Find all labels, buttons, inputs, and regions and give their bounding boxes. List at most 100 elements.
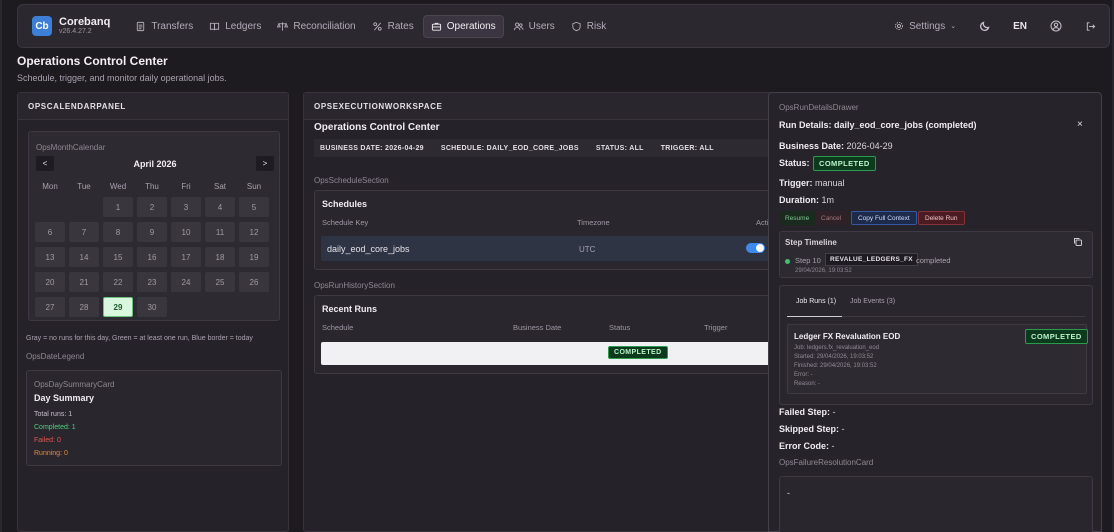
calendar-day[interactable]: 4 — [205, 197, 235, 217]
calendar-day[interactable]: 27 — [35, 297, 65, 317]
calendar-day[interactable]: 20 — [35, 272, 65, 292]
calendar-day[interactable]: 3 — [171, 197, 201, 217]
calendar-day[interactable]: 13 — [35, 247, 65, 267]
summary-title: Day Summary — [34, 393, 95, 403]
filter-trigger[interactable]: TRIGGER: ALL — [661, 145, 714, 152]
calendar-day[interactable]: 30 — [137, 297, 167, 317]
schedule-active-toggle[interactable] — [746, 243, 765, 253]
calendar-day[interactable]: 7 — [69, 222, 99, 242]
weekday: Fri — [181, 182, 191, 191]
calendar-day[interactable]: 2 — [137, 197, 167, 217]
run-history-section-label: OpsRunHistorySection — [314, 281, 395, 290]
shield-icon — [572, 21, 581, 31]
calendar-day[interactable]: 15 — [103, 247, 133, 267]
filter-status[interactable]: STATUS: ALL — [596, 145, 644, 152]
brand: Corebanq v26.4.27.2 — [59, 16, 110, 36]
logout-icon[interactable] — [1084, 20, 1097, 33]
run-details-drawer: OpsRunDetailsDrawer Run Details: daily_e… — [768, 92, 1102, 532]
book-icon — [210, 22, 220, 30]
calendar-day[interactable]: 8 — [103, 222, 133, 242]
execution-workspace: OPSEXECUTIONWORKSPACE Operations Control… — [303, 92, 801, 532]
run-status-badge: COMPLETED — [608, 346, 668, 359]
calendar-day[interactable]: 9 — [137, 222, 167, 242]
close-icon[interactable]: × — [1077, 119, 1083, 130]
weekday: Tue — [77, 182, 91, 191]
day-summary-card: OpsDaySummaryCard Day Summary Total runs… — [26, 370, 282, 466]
filter-business-date[interactable]: BUSINESS DATE: 2026-04-29 — [320, 145, 424, 152]
failed-step-label: Failed Step: — [779, 407, 831, 417]
calendar-day[interactable]: 11 — [205, 222, 235, 242]
delete-run-button[interactable]: Delete Run — [918, 211, 965, 225]
nav-label: Ledgers — [225, 20, 262, 32]
app-frame: Cb Corebanq v26.4.27.2 Transfers Ledgers… — [0, 0, 1114, 532]
nav-item-risk[interactable]: Risk — [564, 15, 613, 38]
calendar-day[interactable]: 23 — [137, 272, 167, 292]
calendar-day[interactable]: 17 — [171, 247, 201, 267]
calendar-day[interactable]: 6 — [35, 222, 65, 242]
status-label: Status: — [779, 158, 810, 168]
nav-item-operations[interactable]: Operations — [422, 14, 504, 38]
calendar-day[interactable]: 26 — [239, 272, 269, 292]
col-schedule: Schedule — [322, 323, 354, 332]
business-date-row: Business Date: 2026-04-29 — [779, 141, 893, 151]
drawer-label: OpsRunDetailsDrawer — [779, 103, 859, 112]
error-code-label: Error Code: — [779, 441, 830, 451]
calendar-day[interactable]: 10 — [171, 222, 201, 242]
nav-item-transfers[interactable]: Transfers — [128, 15, 200, 38]
col-active: Acti — [756, 218, 769, 227]
settings-menu[interactable]: Settings ⌄ — [894, 21, 956, 32]
user-circle-icon[interactable] — [1049, 20, 1062, 33]
calendar-panel: OPSCALENDARPANEL OpsMonthCalendar < Apri… — [17, 92, 289, 532]
copy-context-button[interactable]: Copy Full Context — [851, 211, 917, 225]
failed-step-row: Failed Step: - — [779, 407, 836, 417]
job-error: Error: - — [794, 372, 813, 378]
month-calendar: OpsMonthCalendar < April 2026 > Mon Tue … — [28, 131, 280, 321]
calendar-day[interactable]: 28 — [69, 297, 99, 317]
summary-card-label: OpsDaySummaryCard — [34, 380, 115, 389]
app-logo[interactable]: Cb — [32, 16, 52, 36]
calendar-day[interactable]: 16 — [137, 247, 167, 267]
document-icon — [137, 21, 145, 31]
calendar-day[interactable]: 5 — [239, 197, 269, 217]
calendar-day[interactable]: 22 — [103, 272, 133, 292]
nav-label: Rates — [387, 20, 414, 32]
calendar-empty-cell — [69, 197, 99, 217]
nav-item-reconciliation[interactable]: Reconciliation — [270, 15, 362, 38]
nav-label: Transfers — [151, 20, 194, 32]
resume-button[interactable]: Resume — [779, 211, 816, 225]
calendar-day[interactable]: 19 — [239, 247, 269, 267]
calendar-day[interactable]: 25 — [205, 272, 235, 292]
filter-schedule[interactable]: SCHEDULE: DAILY_EOD_CORE_JOBS — [441, 145, 579, 152]
workspace-title: Operations Control Center — [314, 122, 440, 133]
tab-job-runs[interactable]: Job Runs (1) — [796, 298, 836, 305]
moon-icon[interactable] — [978, 20, 991, 33]
next-month-button[interactable]: > — [256, 156, 274, 171]
calendar-day[interactable]: 21 — [69, 272, 99, 292]
cancel-button[interactable]: Cancel — [815, 211, 848, 225]
duration-value: 1m — [821, 195, 835, 205]
language-switch[interactable]: EN — [1013, 21, 1027, 32]
top-nav: Cb Corebanq v26.4.27.2 Transfers Ledgers… — [17, 4, 1110, 48]
timeline-title: Step Timeline — [785, 238, 837, 247]
table-row[interactable]: daily_eod_core_jobs UTC — [321, 236, 791, 261]
calendar-empty-cell — [239, 297, 269, 317]
job-name: Job: ledgers.fx_revaluation_eod — [794, 345, 880, 351]
calendar-day[interactable]: 1 — [103, 197, 133, 217]
calendar-day[interactable]: 14 — [69, 247, 99, 267]
tab-job-events[interactable]: Job Events (3) — [850, 298, 895, 305]
nav-item-users[interactable]: Users — [506, 15, 562, 38]
calendar-day[interactable]: 24 — [171, 272, 201, 292]
summary-running: Running: 0 — [34, 450, 68, 457]
copy-icon[interactable] — [1073, 237, 1083, 247]
calendar-day[interactable]: 29 — [103, 297, 133, 317]
date-legend-text: Gray = no runs for this day, Green = at … — [26, 335, 253, 342]
calendar-day[interactable]: 12 — [239, 222, 269, 242]
calendar-day[interactable]: 18 — [205, 247, 235, 267]
nav-item-rates[interactable]: Rates — [365, 15, 421, 38]
table-row[interactable]: COMPLETED — [321, 342, 791, 365]
failed-step-value: - — [832, 407, 836, 417]
summary-total: Total runs: 1 — [34, 411, 73, 418]
nav-item-ledgers[interactable]: Ledgers — [202, 15, 268, 38]
calendar-grid: 1 2 3 4 5 6 7 8 9 10 11 12 13 14 15 16 17 18 19 20 21 22 23 24 2… — [35, 197, 269, 317]
col-timezone: Timezone — [577, 218, 610, 227]
